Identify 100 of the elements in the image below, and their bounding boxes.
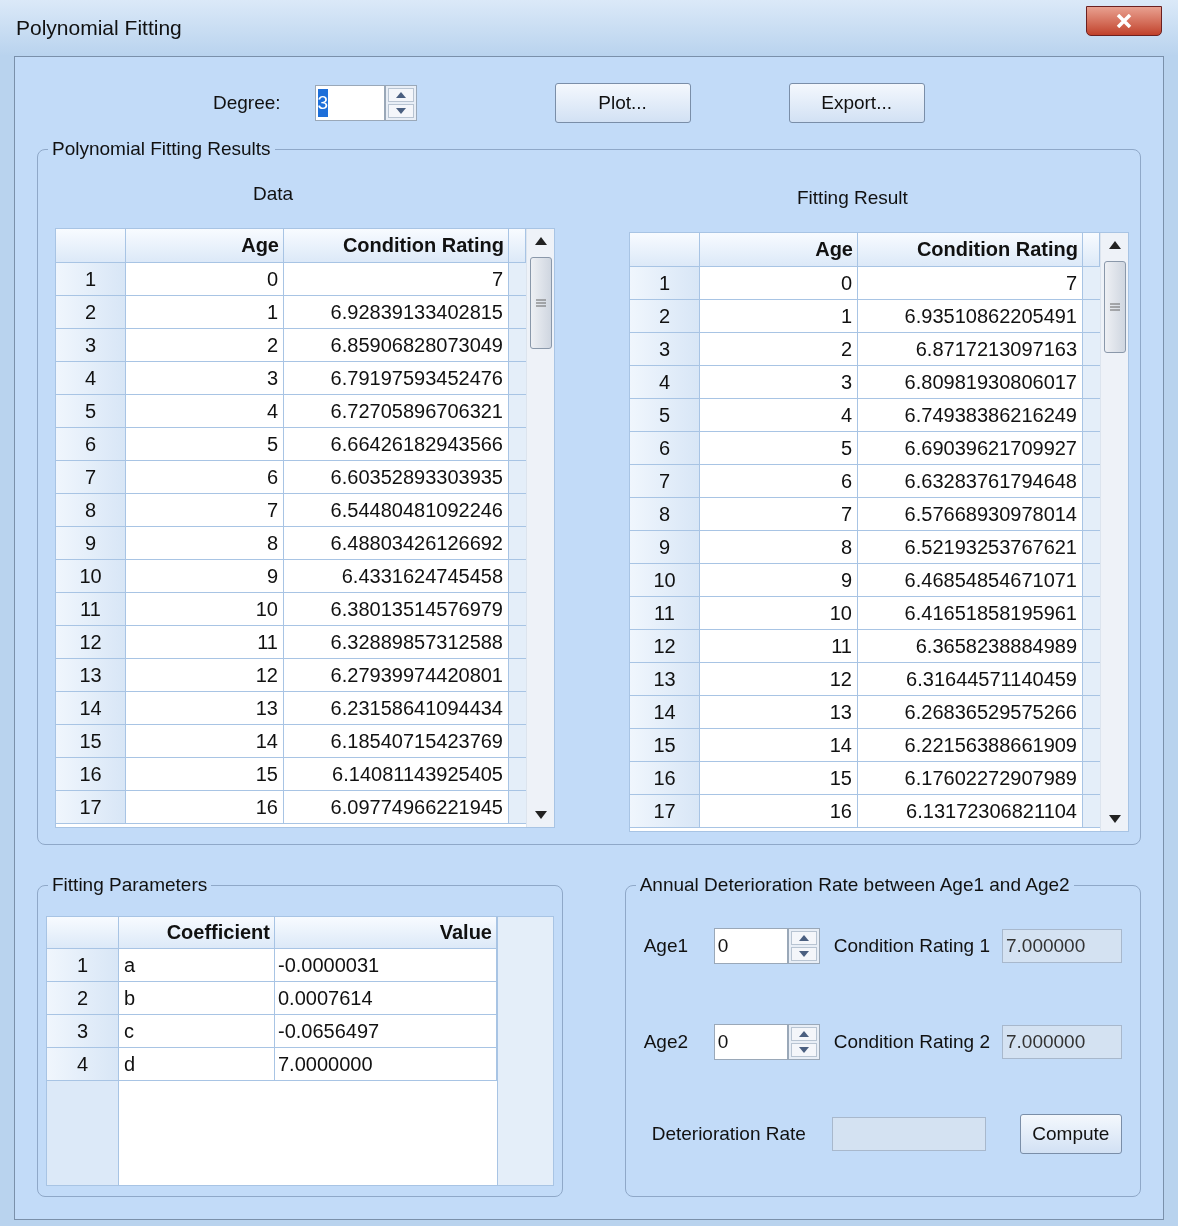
- table-cell: 13: [700, 696, 858, 729]
- row-header[interactable]: 1: [56, 263, 126, 296]
- row-header[interactable]: 3: [47, 1015, 119, 1048]
- row-header[interactable]: 8: [56, 494, 126, 527]
- up-arrow-icon: [395, 92, 406, 98]
- table-cell: d: [119, 1048, 275, 1081]
- row-header[interactable]: 2: [630, 300, 700, 333]
- column-header[interactable]: Age: [700, 233, 858, 267]
- table-caption: Data: [253, 182, 295, 206]
- row-header[interactable]: 14: [630, 696, 700, 729]
- table-cell: 10: [700, 597, 858, 630]
- row-header[interactable]: 15: [56, 725, 126, 758]
- row-header[interactable]: 3: [56, 329, 126, 362]
- row-header[interactable]: 3: [630, 333, 700, 366]
- row-header[interactable]: 9: [56, 527, 126, 560]
- window-title: Polynomial Fitting: [16, 15, 182, 42]
- age-label: Age1: [643, 933, 690, 958]
- compute-button[interactable]: Compute: [1019, 1114, 1122, 1154]
- row-header[interactable]: 16: [56, 758, 126, 791]
- degree-field[interactable]: 3: [314, 85, 385, 121]
- table-cell: 15: [700, 762, 858, 795]
- row-header[interactable]: 4: [56, 362, 126, 395]
- condition-rating-field: 7.000000: [1002, 929, 1122, 963]
- age-spinner[interactable]: [787, 1024, 820, 1060]
- table-cell: 2: [126, 329, 284, 362]
- row-header[interactable]: 13: [630, 663, 700, 696]
- deterioration-rate-label: Deterioration Rate: [651, 1121, 806, 1146]
- table-cell: 2: [700, 333, 858, 366]
- degree-spinner[interactable]: [384, 85, 417, 121]
- column-header[interactable]: Coefficient: [119, 917, 275, 949]
- condition-rating-label: Condition Rating 2: [833, 1029, 990, 1054]
- table-cell: 7: [126, 494, 284, 527]
- export-button[interactable]: Export...: [788, 83, 925, 123]
- table-cell: 12: [126, 659, 284, 692]
- row-header[interactable]: 4: [47, 1048, 119, 1081]
- row-header[interactable]: 13: [56, 659, 126, 692]
- scrollbar-thumb[interactable]: [1103, 261, 1126, 353]
- table-cell: 10: [126, 593, 284, 626]
- column-header[interactable]: Value: [275, 917, 497, 949]
- row-header[interactable]: 2: [47, 982, 119, 1015]
- down-arrow-icon: [798, 951, 809, 957]
- down-arrow-icon: [395, 108, 406, 114]
- row-header[interactable]: 8: [630, 498, 700, 531]
- row-header[interactable]: 12: [56, 626, 126, 659]
- column-header[interactable]: Age: [126, 229, 284, 263]
- row-header[interactable]: 9: [630, 531, 700, 564]
- row-header[interactable]: 1: [47, 949, 119, 982]
- table-cell: 0: [700, 267, 858, 300]
- table-cell: a: [119, 949, 275, 982]
- row-header[interactable]: 7: [56, 461, 126, 494]
- age-label: Age2: [643, 1029, 690, 1054]
- down-arrow-icon: [534, 811, 547, 819]
- grip-icon: [535, 299, 546, 307]
- plot-button[interactable]: Plot...: [554, 83, 691, 123]
- table-cell: 6: [700, 465, 858, 498]
- row-header[interactable]: 11: [630, 597, 700, 630]
- scrollbar-thumb[interactable]: [529, 257, 552, 349]
- up-arrow-icon: [1108, 241, 1121, 249]
- row-header[interactable]: 4: [630, 366, 700, 399]
- table-cell: 3: [126, 362, 284, 395]
- table-cell: 14: [126, 725, 284, 758]
- row-header[interactable]: 1: [630, 267, 700, 300]
- table-cell: 4: [126, 395, 284, 428]
- row-header[interactable]: 2: [56, 296, 126, 329]
- down-arrow-icon: [798, 1047, 809, 1053]
- row-header[interactable]: 5: [630, 399, 700, 432]
- table-cell: 0: [126, 263, 284, 296]
- row-header[interactable]: 5: [56, 395, 126, 428]
- table-cell: 15: [126, 758, 284, 791]
- table-cell: 9: [126, 560, 284, 593]
- table-cell: 1: [126, 296, 284, 329]
- table-cell: 13: [126, 692, 284, 725]
- degree-label: Degree:: [213, 90, 281, 115]
- column-header[interactable]: Condition Rating: [858, 233, 1083, 267]
- close-icon: [1116, 14, 1132, 28]
- age-spinner[interactable]: [787, 928, 820, 964]
- row-header[interactable]: 12: [630, 630, 700, 663]
- table-cell: 5: [700, 432, 858, 465]
- age-field[interactable]: 0: [713, 1024, 788, 1060]
- close-button[interactable]: [1086, 6, 1162, 36]
- up-arrow-icon: [798, 935, 809, 941]
- table-cell: 8: [126, 527, 284, 560]
- row-header[interactable]: 16: [630, 762, 700, 795]
- row-header[interactable]: 7: [630, 465, 700, 498]
- row-header[interactable]: 10: [56, 560, 126, 593]
- column-header[interactable]: Condition Rating: [284, 229, 509, 263]
- row-header[interactable]: 10: [630, 564, 700, 597]
- table-caption: Fitting Result: [797, 186, 909, 210]
- row-header[interactable]: 6: [630, 432, 700, 465]
- row-header[interactable]: 11: [56, 593, 126, 626]
- up-arrow-icon: [534, 237, 547, 245]
- age-field[interactable]: 0: [713, 928, 788, 964]
- table-cell: 1: [700, 300, 858, 333]
- table-cell: 4: [700, 399, 858, 432]
- row-header[interactable]: 15: [630, 729, 700, 762]
- row-header[interactable]: 6: [56, 428, 126, 461]
- table-cell: 16: [700, 795, 858, 828]
- row-header[interactable]: 17: [56, 791, 126, 824]
- row-header[interactable]: 17: [630, 795, 700, 828]
- row-header[interactable]: 14: [56, 692, 126, 725]
